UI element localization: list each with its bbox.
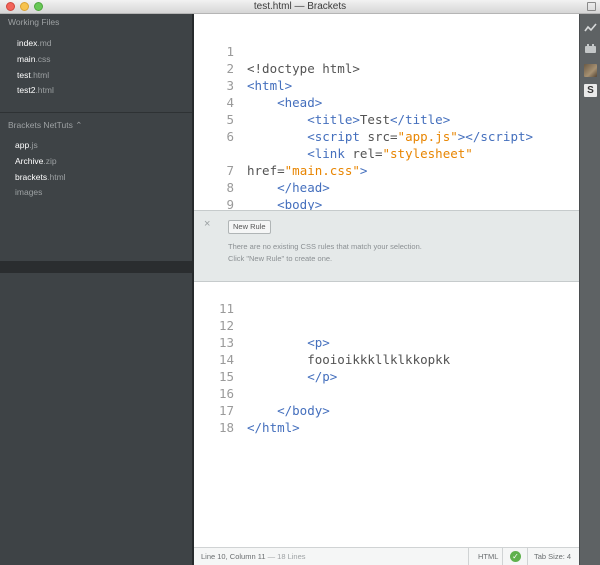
status-bar: Line 10, Column 11 — 18 Lines HTML ✓ Tab… [194, 547, 579, 565]
no-rules-hint: Click "New Rule" to create one. [228, 254, 333, 263]
code-line: 18 [218, 420, 234, 435]
code-line: 16 </body> [218, 386, 330, 418]
code-line: 11 [218, 301, 234, 316]
project-file-app-js[interactable]: app.js [15, 140, 38, 150]
code-line: 1 <!doctype html> [226, 44, 360, 76]
code-line: href="main.css"> [247, 163, 368, 178]
inline-css-editor: × New Rule There are no existing CSS rul… [194, 210, 579, 282]
no-rules-message: There are no existing CSS rules that mat… [228, 242, 422, 251]
working-files-title: Working Files [8, 17, 60, 27]
avatar[interactable] [584, 64, 597, 77]
code-line: 6 <link rel="stylesheet" [226, 129, 473, 161]
code-line: 7 </head> [226, 163, 330, 195]
code-line: 17 </html> [218, 403, 300, 435]
code-line: 3 <head> [226, 78, 323, 110]
language-selector[interactable]: HTML [478, 552, 498, 561]
code-editor[interactable]: 1 <!doctype html> 2 <html> 3 <head> 4 <t… [194, 14, 579, 554]
project-folder-images[interactable]: images [15, 187, 42, 197]
code-line: 9 [226, 197, 234, 212]
code-line: 15 [218, 369, 234, 384]
project-file-brackets-html[interactable]: brackets.html [15, 172, 66, 182]
code-line: 4 <title>Test</title> [226, 95, 451, 127]
code-line: 2 <html> [226, 61, 293, 93]
s-extension-button[interactable]: S [584, 84, 597, 97]
working-file-test2-html[interactable]: test2.html [17, 85, 54, 95]
project-dropdown[interactable]: Brackets NetTuts ⌃ [8, 120, 82, 131]
tab-size-indicator[interactable]: Tab Size: 4 [534, 552, 571, 561]
code-line: 14 </p> [218, 352, 338, 384]
project-file-archive-zip[interactable]: Archive.zip [15, 156, 57, 166]
fullscreen-icon[interactable] [587, 2, 596, 11]
working-file-main-css[interactable]: main.css [17, 54, 51, 64]
window-title: test.html — Brackets [253, 1, 347, 12]
sidebar-selection-highlight [0, 261, 193, 273]
pulse-icon[interactable] [584, 22, 597, 35]
main-toolbar: S [579, 14, 600, 565]
working-file-index-md[interactable]: index.md [17, 38, 52, 48]
title-bar: test.html — Brackets [0, 0, 600, 14]
new-rule-button[interactable]: New Rule [228, 220, 271, 234]
working-file-test-html[interactable]: test.html [17, 70, 49, 80]
code-line: 8 <body> [226, 180, 323, 212]
check-icon[interactable]: ✓ [510, 551, 521, 562]
inline-editor-close-icon[interactable]: × [204, 218, 210, 230]
cursor-position: Line 10, Column 11 — 18 Lines [201, 552, 306, 561]
plug-icon[interactable] [584, 42, 597, 55]
code-line: 12 <p> [218, 318, 330, 350]
code-line: 5 <script src="app.js"></script> [226, 112, 534, 144]
code-line: 13 fooioikkkllklkkopkk [218, 335, 451, 367]
sidebar-divider [0, 112, 193, 113]
sidebar: Working Files index.md main.css test.htm… [0, 14, 193, 565]
